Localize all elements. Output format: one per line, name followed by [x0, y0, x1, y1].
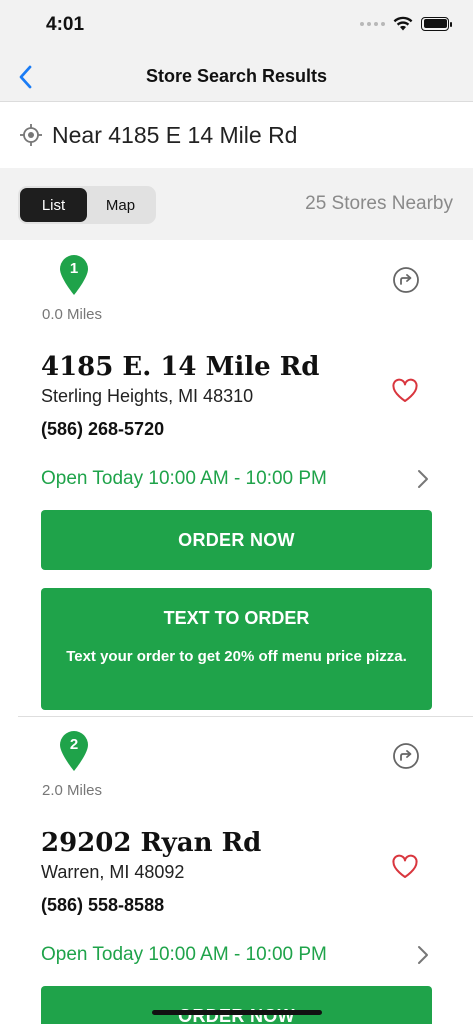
directions-button[interactable]: [392, 742, 420, 770]
store-number: 1: [69, 260, 79, 277]
store-card: 2 2.0 Miles 29202 Ryan Rd Warren, MI 480…: [0, 716, 473, 1024]
battery-icon: [421, 16, 452, 31]
search-location-text: Near 4185 E 14 Mile Rd: [52, 122, 298, 148]
chevron-right-icon[interactable]: [416, 944, 430, 966]
order-now-button[interactable]: ORDER NOW: [41, 510, 432, 570]
location-target-icon: [20, 124, 42, 146]
store-card: 1 0.0 Miles 4185 E. 14 Mile Rd Sterling …: [0, 240, 473, 718]
navigation-bar: Store Search Results: [0, 52, 473, 102]
chevron-right-icon[interactable]: [416, 468, 430, 490]
store-number: 2: [69, 736, 79, 753]
page-title: Store Search Results: [145, 66, 328, 86]
store-city: Warren, MI 48092: [41, 862, 185, 882]
list-segment[interactable]: List: [20, 188, 87, 222]
order-now-button[interactable]: ORDER NOW: [41, 986, 432, 1024]
cellular-signal-icon: [360, 21, 385, 26]
store-phone[interactable]: (586) 268-5720: [41, 419, 164, 440]
text-to-order-button[interactable]: TEXT TO ORDER Text your order to get 20%…: [41, 588, 432, 710]
location-search-row[interactable]: Near 4185 E 14 Mile Rd: [0, 102, 473, 168]
home-indicator: [152, 1010, 322, 1015]
status-time: 4:01: [46, 14, 85, 35]
list-map-segmented-control: List Map: [18, 186, 156, 224]
directions-button[interactable]: [392, 266, 420, 294]
status-icons: [360, 16, 452, 31]
text-to-order-description: Text your order to get 20% off menu pric…: [66, 648, 407, 665]
store-distance: 0.0 Miles: [42, 306, 103, 323]
stores-count-label: 25 Stores Nearby: [305, 193, 453, 214]
status-bar: 4:01: [0, 0, 473, 52]
store-city: Sterling Heights, MI 48310: [41, 386, 254, 406]
store-distance: 2.0 Miles: [42, 782, 103, 799]
store-phone[interactable]: (586) 558-8588: [41, 895, 164, 916]
store-name: 29202 Ryan Rd: [41, 828, 262, 858]
store-hours[interactable]: Open Today 10:00 AM - 10:00 PM: [41, 468, 327, 490]
store-hours[interactable]: Open Today 10:00 AM - 10:00 PM: [41, 944, 327, 966]
favorite-heart-icon[interactable]: [391, 854, 419, 880]
wifi-icon: [393, 16, 413, 31]
map-segment[interactable]: Map: [87, 188, 154, 222]
store-name: 4185 E. 14 Mile Rd: [41, 352, 320, 382]
text-to-order-title: TEXT TO ORDER: [163, 608, 310, 628]
favorite-heart-icon[interactable]: [391, 378, 419, 404]
view-toggle-row: List Map 25 Stores Nearby: [0, 168, 473, 240]
